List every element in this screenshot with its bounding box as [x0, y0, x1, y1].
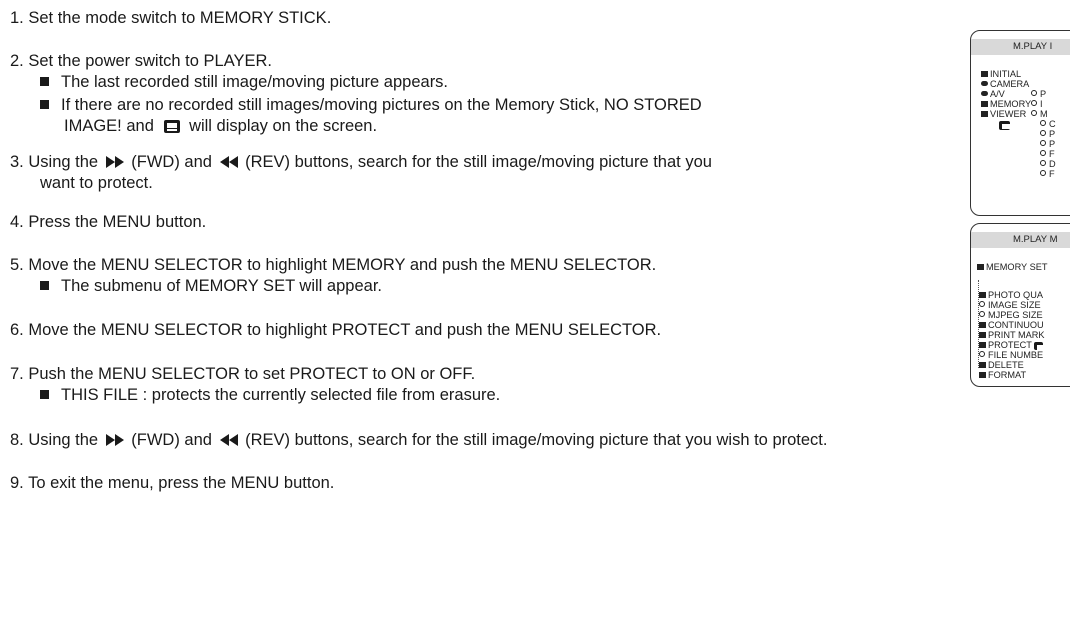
submenu-item: M	[1031, 109, 1048, 119]
step-number: 2.	[10, 52, 24, 70]
menu-panel-main: M.PLAY I INITIAL CAMERA A/V MEMORY VIEWE…	[970, 30, 1070, 216]
submenu-item: P	[1040, 129, 1055, 139]
av-icon	[981, 91, 988, 96]
fast-forward-icon	[105, 434, 124, 446]
panel-title: M.PLAY I	[971, 39, 1070, 55]
submenu-item: I	[1031, 99, 1043, 109]
menu-item-protect: PROTECT	[979, 340, 1047, 353]
folder-icon	[977, 264, 984, 270]
menu-item-delete: DELETE	[979, 360, 1024, 370]
memory-stick-icon	[1033, 342, 1047, 353]
menu-item-initial: INITIAL	[981, 69, 1021, 79]
submenu-item: P	[1040, 139, 1055, 149]
submenu-item: C	[1040, 119, 1056, 129]
submenu-item: P	[1031, 89, 1046, 99]
menu-item-viewer: VIEWER	[981, 109, 1026, 119]
menu-item-mjpeg-size: MJPEG SIZE	[979, 310, 1043, 320]
rewind-icon	[219, 156, 238, 168]
submenu-item: F	[1040, 149, 1055, 159]
folder-icon	[979, 332, 986, 338]
menu-item-continuous: CONTINUOU	[979, 320, 1044, 330]
camera-icon	[981, 81, 988, 86]
bullet-2a: The last recorded still image/moving pic…	[40, 72, 448, 93]
folder-icon	[979, 362, 986, 368]
step-6: 6. Move the MENU SELECTOR to highlight P…	[10, 321, 662, 339]
step-8: 8. Using the (FWD) and (REV) buttons, se…	[10, 431, 828, 449]
submenu-item: D	[1040, 159, 1056, 169]
fast-forward-icon	[105, 156, 124, 168]
step-9: 9. To exit the menu, press the MENU butt…	[10, 474, 335, 492]
step-2: 2. Set the power switch to PLAYER.	[10, 51, 272, 72]
folder-icon	[979, 342, 986, 348]
square-bullet-icon	[40, 390, 49, 399]
step-text: Set the power switch to PLAYER.	[28, 52, 273, 70]
memory-card-icon	[999, 120, 1012, 132]
folder-icon	[979, 372, 986, 378]
square-bullet-icon	[40, 100, 49, 109]
step-number: 1.	[10, 9, 24, 27]
menu-item-av: A/V	[981, 89, 1005, 99]
square-bullet-icon	[40, 281, 49, 290]
menu-item-image-size: IMAGE SIZE	[979, 300, 1041, 310]
step-3: 3. Using the (FWD) and (REV) buttons, se…	[10, 153, 712, 171]
bullet-2b: If there are no recorded still images/mo…	[40, 95, 702, 116]
menu-item-format: FORMAT	[979, 370, 1026, 380]
folder-icon	[979, 292, 986, 298]
step-text: Set the mode switch to MEMORY STICK.	[28, 9, 332, 27]
menu-item-camera: CAMERA	[981, 79, 1029, 89]
memory-stick-icon	[164, 120, 181, 133]
folder-icon	[981, 101, 988, 107]
rewind-icon	[219, 434, 238, 446]
folder-icon	[979, 322, 986, 328]
menu-item-print-mark: PRINT MARK	[979, 330, 1045, 340]
bullet-5: The submenu of MEMORY SET will appear.	[40, 276, 382, 297]
menu-panel-memory-set: M.PLAY M MEMORY SET PHOTO QUA IMAGE SIZE…	[970, 223, 1070, 387]
panel-title: M.PLAY M	[971, 232, 1070, 248]
menu-item-file-number: FILE NUMBE	[979, 350, 1043, 360]
step-5: 5. Move the MENU SELECTOR to highlight M…	[10, 256, 657, 274]
bullet-2b-continued: IMAGE! and will display on the screen.	[64, 117, 378, 135]
step-1: 1. Set the mode switch to MEMORY STICK.	[10, 8, 331, 29]
folder-icon	[981, 111, 988, 117]
step-4: 4. Press the MENU button.	[10, 213, 207, 231]
step-7: 7. Push the MENU SELECTOR to set PROTECT…	[10, 365, 476, 383]
bullet-7: THIS FILE : protects the currently selec…	[40, 385, 500, 406]
square-bullet-icon	[40, 77, 49, 86]
submenu-item: F	[1040, 169, 1055, 179]
menu-item-photo-quality: PHOTO QUA	[979, 290, 1043, 300]
step-3-continued: want to protect.	[40, 174, 153, 192]
menu-item-memory: MEMORY	[981, 99, 1031, 109]
menu-header-memory-set: MEMORY SET	[977, 262, 1047, 272]
folder-icon	[981, 71, 988, 77]
